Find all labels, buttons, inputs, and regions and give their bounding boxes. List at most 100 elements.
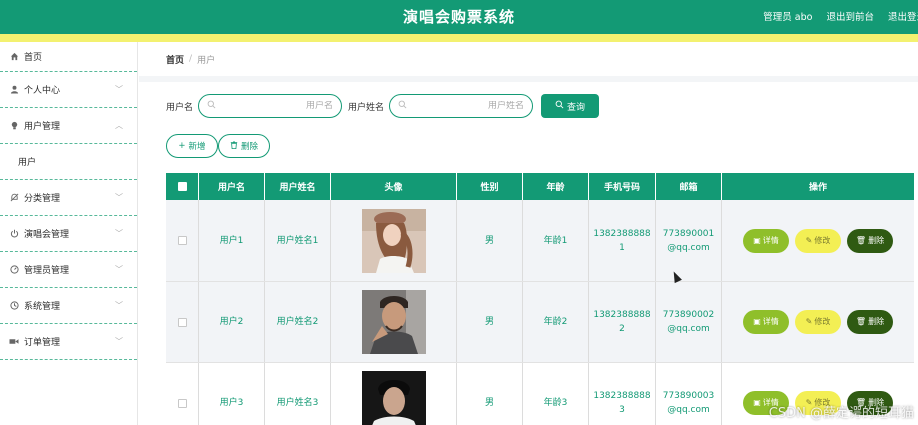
chevron-down-icon: ﹀ (115, 229, 123, 238)
sidebar-item-order-management[interactable]: 订单管理 ﹀ (0, 324, 137, 360)
sidebar-item-label: 分类管理 (24, 194, 61, 204)
bulb-icon (8, 121, 20, 130)
phone-line-2: 1 (619, 242, 625, 253)
actions-cell: ▣ 详情 ✎ 修改 🗑 删除 (722, 282, 914, 362)
sidebar-item-label: 订单管理 (24, 338, 61, 348)
select-all-cell (166, 173, 199, 200)
avatar-cell (331, 200, 457, 281)
search-icon (207, 100, 216, 112)
realname-search-input[interactable] (434, 101, 525, 111)
edit-button-label: 修改 (814, 235, 831, 245)
row-checkbox[interactable] (177, 398, 187, 408)
batch-delete-button[interactable]: 删除 (218, 134, 270, 158)
gender-cell: 男 (457, 363, 523, 425)
detail-button[interactable]: ▣ 详情 (743, 228, 789, 253)
delete-button[interactable]: 🗑 删除 (847, 228, 893, 253)
add-button[interactable]: + 新增 (166, 134, 218, 158)
gender-cell: 男 (457, 282, 523, 362)
realname-cell: 用户姓名3 (265, 363, 331, 425)
top-bar: 演唱会购票系统 管理员 abo 退出到前台 退出登录 (0, 0, 918, 34)
avatar (361, 208, 426, 273)
breadcrumb-home[interactable]: 首页 (166, 53, 184, 66)
realname-cell: 用户姓名1 (265, 200, 331, 281)
sidebar-subitem-user[interactable]: 用户 (0, 144, 137, 180)
admin-label: 管理员 abo (763, 12, 813, 23)
video-icon (8, 337, 20, 346)
actions-cell: ▣ 详情 ✎ 修改 🗑 删除 (722, 200, 914, 281)
column-header-username[interactable]: 用户名 (199, 173, 265, 200)
row-checkbox[interactable] (177, 317, 187, 327)
column-header-realname[interactable]: 用户姓名 (265, 173, 331, 200)
edit-icon: ✎ (805, 317, 813, 326)
watermark: CSDN @薛定谔的短耳猫 (768, 406, 914, 421)
detail-button-label: 详情 (762, 235, 779, 245)
age-cell: 年龄1 (523, 200, 589, 281)
row-select-cell (166, 282, 199, 362)
delete-button[interactable]: 🗑 删除 (847, 310, 893, 334)
sidebar-item-category-management[interactable]: 分类管理 ﹀ (0, 180, 137, 216)
search-button[interactable]: 查询 (541, 94, 600, 118)
logout-link[interactable]: 退出登录 (888, 9, 918, 23)
email-line-1: 773890002 (662, 310, 715, 320)
realname-search-label: 用户姓名 (348, 102, 385, 113)
username-search-input[interactable] (243, 101, 334, 111)
gauge-icon (8, 265, 20, 274)
email-cell: 773890001 @qq.com (656, 200, 722, 281)
batch-delete-button-label: 删除 (240, 142, 258, 152)
edit-icon: ✎ (805, 235, 813, 245)
sidebar-item-label: 首页 (24, 53, 43, 63)
column-header-email[interactable]: 邮箱 (656, 173, 722, 200)
detail-button[interactable]: ▣ 详情 (743, 310, 789, 334)
realname-search-field[interactable] (389, 94, 534, 118)
sidebar-item-user-management[interactable]: 用户管理 ︿ (0, 108, 137, 144)
chevron-down-icon: ﹀ (115, 301, 123, 310)
phone-line-1: 1382388888 (593, 391, 651, 401)
sidebar-item-system-management[interactable]: 系统管理 ﹀ (0, 288, 137, 324)
user-table: 用户名 用户姓名 头像 性别 年龄 手机号码 邮箱 操作 用户1 用户姓名1 男… (166, 173, 914, 425)
sidebar-item-home[interactable]: 首页 (0, 42, 137, 72)
gender-cell: 男 (457, 200, 523, 281)
breadcrumb: 首页 / 用户 (139, 42, 918, 76)
search-button-label: 查询 (567, 102, 586, 113)
trash-icon: 🗑 (855, 235, 867, 245)
to-front-link[interactable]: 退出到前台 (826, 9, 874, 23)
detail-icon: ▣ (753, 317, 761, 326)
username-cell: 用户2 (199, 282, 265, 362)
avatar-cell (331, 363, 457, 425)
edit-button-label: 修改 (814, 317, 831, 326)
content-panel: 用户名 用户姓名 查询 + (139, 82, 918, 425)
column-header-phone[interactable]: 手机号码 (589, 173, 656, 200)
username-search-field[interactable] (198, 94, 343, 118)
power-icon (8, 229, 20, 238)
row-checkbox[interactable] (177, 236, 187, 245)
sidebar-item-label: 系统管理 (24, 302, 61, 312)
detail-button-label: 详情 (762, 317, 779, 326)
row-select-cell (166, 200, 199, 281)
column-header-age[interactable]: 年龄 (523, 173, 589, 200)
top-links: 管理员 abo 退出到前台 退出登录 (763, 9, 918, 23)
chevron-down-icon: ﹀ (115, 193, 123, 202)
edit-button[interactable]: ✎ 修改 (795, 228, 841, 253)
select-all-checkbox[interactable] (177, 182, 187, 191)
edit-button[interactable]: ✎ 修改 (795, 310, 841, 334)
bell-off-icon (8, 193, 20, 202)
column-header-gender[interactable]: 性别 (457, 173, 523, 200)
sidebar-item-personal-center[interactable]: 个人中心 ﹀ (0, 72, 137, 108)
phone-cell: 1382388888 2 (589, 282, 656, 362)
plus-icon: + (178, 141, 186, 151)
phone-line-2: 3 (619, 405, 625, 415)
delete-button-label: 删除 (868, 235, 885, 245)
realname-cell: 用户姓名2 (265, 282, 331, 362)
chevron-down-icon: ﹀ (115, 265, 123, 274)
trash-icon (230, 140, 238, 152)
sidebar-item-admin-management[interactable]: 管理员管理 ﹀ (0, 252, 137, 288)
sidebar-item-label: 演唱会管理 (24, 230, 70, 240)
column-header-actions: 操作 (808, 183, 827, 193)
username-search-label: 用户名 (166, 102, 194, 113)
chevron-down-icon: ﹀ (115, 85, 123, 94)
email-line-2: @qq.com (667, 242, 710, 253)
search-icon (398, 100, 407, 112)
sidebar-item-concert-management[interactable]: 演唱会管理 ﹀ (0, 216, 137, 252)
search-icon (555, 100, 564, 112)
header-accent-strip (0, 34, 918, 42)
